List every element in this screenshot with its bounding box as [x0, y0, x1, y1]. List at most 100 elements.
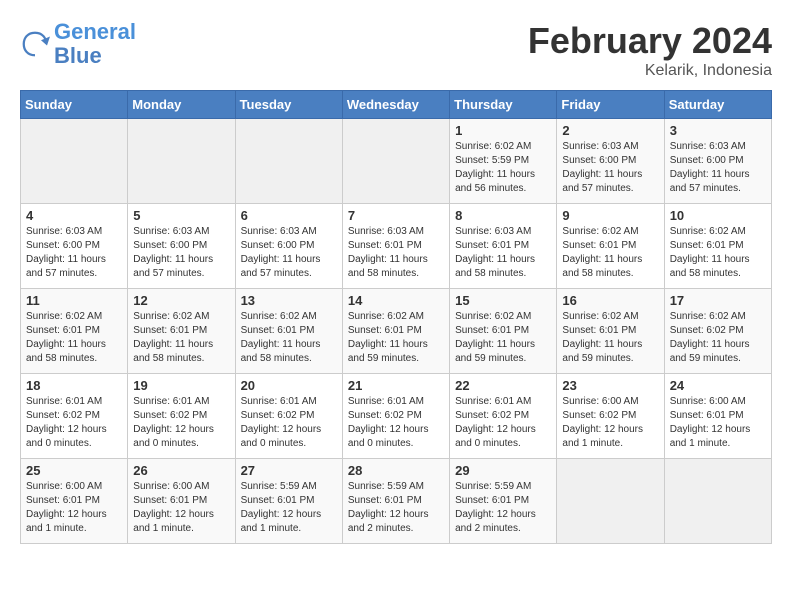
day-info: Sunrise: 6:03 AM Sunset: 6:00 PM Dayligh…: [670, 140, 766, 196]
day-number: 5: [133, 208, 229, 223]
day-number: 8: [455, 208, 551, 223]
day-number: 24: [670, 378, 766, 393]
day-number: 18: [26, 378, 122, 393]
day-cell: 13 Sunrise: 6:02 AM Sunset: 6:01 PM Dayli…: [235, 289, 342, 374]
day-info: Sunrise: 5:59 AM Sunset: 6:01 PM Dayligh…: [455, 480, 551, 536]
day-number: 28: [348, 463, 444, 478]
day-number: 16: [562, 293, 658, 308]
day-number: 17: [670, 293, 766, 308]
day-cell: 16 Sunrise: 6:02 AM Sunset: 6:01 PM Dayli…: [557, 289, 664, 374]
day-cell: 6 Sunrise: 6:03 AM Sunset: 6:00 PM Daylig…: [235, 204, 342, 289]
day-number: 4: [26, 208, 122, 223]
day-number: 15: [455, 293, 551, 308]
day-info: Sunrise: 6:01 AM Sunset: 6:02 PM Dayligh…: [241, 395, 337, 451]
calendar-header-row: SundayMondayTuesdayWednesdayThursdayFrid…: [21, 91, 772, 119]
header-cell-thursday: Thursday: [450, 91, 557, 119]
day-number: 6: [241, 208, 337, 223]
week-row-1: 1 Sunrise: 6:02 AM Sunset: 5:59 PM Daylig…: [21, 119, 772, 204]
day-number: 26: [133, 463, 229, 478]
day-cell: [557, 459, 664, 544]
day-info: Sunrise: 6:03 AM Sunset: 6:01 PM Dayligh…: [455, 225, 551, 281]
day-info: Sunrise: 6:00 AM Sunset: 6:01 PM Dayligh…: [26, 480, 122, 536]
title-area: February 2024 Kelarik, Indonesia: [528, 20, 772, 80]
day-number: 1: [455, 123, 551, 138]
week-row-3: 11 Sunrise: 6:02 AM Sunset: 6:01 PM Dayli…: [21, 289, 772, 374]
day-number: 22: [455, 378, 551, 393]
day-number: 20: [241, 378, 337, 393]
day-number: 7: [348, 208, 444, 223]
day-info: Sunrise: 6:01 AM Sunset: 6:02 PM Dayligh…: [348, 395, 444, 451]
day-cell: 11 Sunrise: 6:02 AM Sunset: 6:01 PM Dayli…: [21, 289, 128, 374]
header-cell-sunday: Sunday: [21, 91, 128, 119]
day-cell: 20 Sunrise: 6:01 AM Sunset: 6:02 PM Dayli…: [235, 374, 342, 459]
day-info: Sunrise: 6:03 AM Sunset: 6:00 PM Dayligh…: [241, 225, 337, 281]
day-cell: 25Sunrise: 6:00 AM Sunset: 6:01 PM Dayli…: [21, 459, 128, 544]
day-info: Sunrise: 6:02 AM Sunset: 6:01 PM Dayligh…: [26, 310, 122, 366]
day-cell: 17 Sunrise: 6:02 AM Sunset: 6:02 PM Dayli…: [664, 289, 771, 374]
day-info: Sunrise: 6:03 AM Sunset: 6:01 PM Dayligh…: [348, 225, 444, 281]
day-cell: 4 Sunrise: 6:03 AM Sunset: 6:00 PM Daylig…: [21, 204, 128, 289]
day-info: Sunrise: 6:02 AM Sunset: 6:01 PM Dayligh…: [670, 225, 766, 281]
week-row-5: 25Sunrise: 6:00 AM Sunset: 6:01 PM Dayli…: [21, 459, 772, 544]
day-info: Sunrise: 6:03 AM Sunset: 6:00 PM Dayligh…: [26, 225, 122, 281]
day-info: Sunrise: 6:01 AM Sunset: 6:02 PM Dayligh…: [133, 395, 229, 451]
header-cell-wednesday: Wednesday: [342, 91, 449, 119]
logo-icon: [20, 29, 50, 59]
day-info: Sunrise: 6:02 AM Sunset: 6:01 PM Dayligh…: [241, 310, 337, 366]
day-info: Sunrise: 6:01 AM Sunset: 6:02 PM Dayligh…: [455, 395, 551, 451]
day-info: Sunrise: 6:02 AM Sunset: 6:01 PM Dayligh…: [133, 310, 229, 366]
day-cell: 3 Sunrise: 6:03 AM Sunset: 6:00 PM Daylig…: [664, 119, 771, 204]
day-cell: 28 Sunrise: 5:59 AM Sunset: 6:01 PM Dayli…: [342, 459, 449, 544]
day-number: 13: [241, 293, 337, 308]
header-cell-monday: Monday: [128, 91, 235, 119]
day-info: Sunrise: 6:02 AM Sunset: 5:59 PM Dayligh…: [455, 140, 551, 196]
day-number: 10: [670, 208, 766, 223]
day-cell: 26 Sunrise: 6:00 AM Sunset: 6:01 PM Dayli…: [128, 459, 235, 544]
header-cell-saturday: Saturday: [664, 91, 771, 119]
header-cell-friday: Friday: [557, 91, 664, 119]
day-info: Sunrise: 5:59 AM Sunset: 6:01 PM Dayligh…: [241, 480, 337, 536]
day-cell: [235, 119, 342, 204]
week-row-4: 18 Sunrise: 6:01 AM Sunset: 6:02 PM Dayli…: [21, 374, 772, 459]
day-cell: 12Sunrise: 6:02 AM Sunset: 6:01 PM Dayli…: [128, 289, 235, 374]
day-info: Sunrise: 6:02 AM Sunset: 6:02 PM Dayligh…: [670, 310, 766, 366]
day-cell: 10 Sunrise: 6:02 AM Sunset: 6:01 PM Dayli…: [664, 204, 771, 289]
calendar-table: SundayMondayTuesdayWednesdayThursdayFrid…: [20, 90, 772, 544]
day-number: 19: [133, 378, 229, 393]
day-cell: 21 Sunrise: 6:01 AM Sunset: 6:02 PM Dayli…: [342, 374, 449, 459]
day-info: Sunrise: 6:00 AM Sunset: 6:02 PM Dayligh…: [562, 395, 658, 451]
day-cell: 22 Sunrise: 6:01 AM Sunset: 6:02 PM Dayli…: [450, 374, 557, 459]
day-cell: 18 Sunrise: 6:01 AM Sunset: 6:02 PM Dayli…: [21, 374, 128, 459]
day-info: Sunrise: 6:00 AM Sunset: 6:01 PM Dayligh…: [133, 480, 229, 536]
day-cell: [664, 459, 771, 544]
day-number: 21: [348, 378, 444, 393]
header-cell-tuesday: Tuesday: [235, 91, 342, 119]
day-number: 9: [562, 208, 658, 223]
day-info: Sunrise: 6:03 AM Sunset: 6:00 PM Dayligh…: [133, 225, 229, 281]
day-cell: 23 Sunrise: 6:00 AM Sunset: 6:02 PM Dayli…: [557, 374, 664, 459]
day-number: 14: [348, 293, 444, 308]
day-number: 3: [670, 123, 766, 138]
day-info: Sunrise: 6:03 AM Sunset: 6:00 PM Dayligh…: [562, 140, 658, 196]
subtitle: Kelarik, Indonesia: [528, 62, 772, 80]
main-title: February 2024: [528, 20, 772, 62]
day-number: 29: [455, 463, 551, 478]
day-info: Sunrise: 6:02 AM Sunset: 6:01 PM Dayligh…: [562, 225, 658, 281]
header: General Blue February 2024 Kelarik, Indo…: [20, 20, 772, 80]
day-number: 23: [562, 378, 658, 393]
day-cell: [21, 119, 128, 204]
day-cell: 14Sunrise: 6:02 AM Sunset: 6:01 PM Dayli…: [342, 289, 449, 374]
day-number: 11: [26, 293, 122, 308]
day-cell: [128, 119, 235, 204]
day-info: Sunrise: 6:02 AM Sunset: 6:01 PM Dayligh…: [455, 310, 551, 366]
day-number: 27: [241, 463, 337, 478]
day-cell: 8 Sunrise: 6:03 AM Sunset: 6:01 PM Daylig…: [450, 204, 557, 289]
day-info: Sunrise: 5:59 AM Sunset: 6:01 PM Dayligh…: [348, 480, 444, 536]
logo-text: General Blue: [54, 20, 136, 68]
day-cell: 29 Sunrise: 5:59 AM Sunset: 6:01 PM Dayli…: [450, 459, 557, 544]
day-cell: 27 Sunrise: 5:59 AM Sunset: 6:01 PM Dayli…: [235, 459, 342, 544]
day-info: Sunrise: 6:01 AM Sunset: 6:02 PM Dayligh…: [26, 395, 122, 451]
day-info: Sunrise: 6:02 AM Sunset: 6:01 PM Dayligh…: [562, 310, 658, 366]
day-cell: 19 Sunrise: 6:01 AM Sunset: 6:02 PM Dayli…: [128, 374, 235, 459]
day-info: Sunrise: 6:00 AM Sunset: 6:01 PM Dayligh…: [670, 395, 766, 451]
